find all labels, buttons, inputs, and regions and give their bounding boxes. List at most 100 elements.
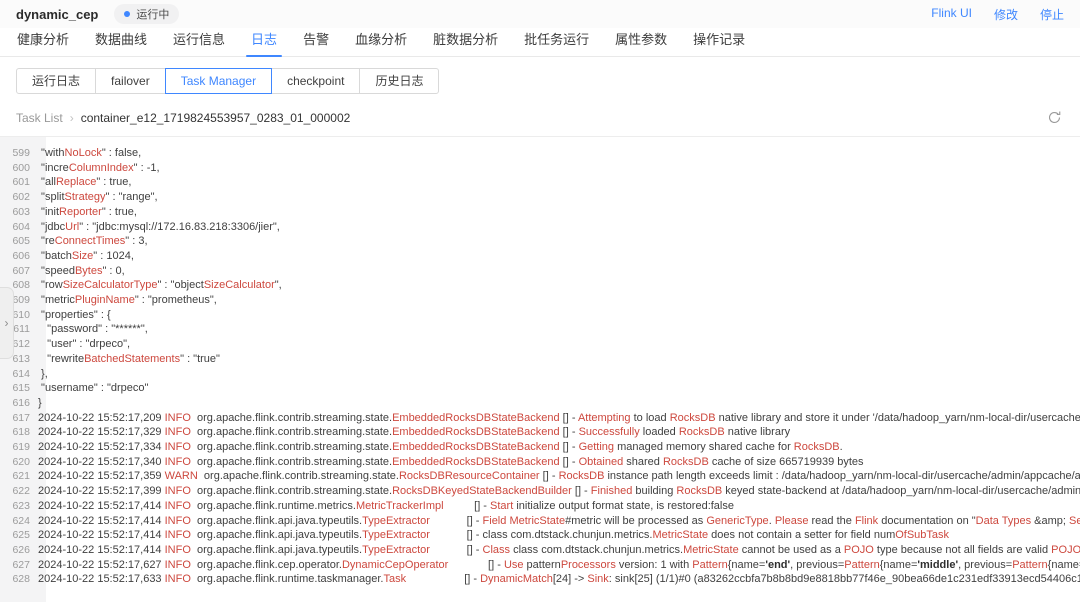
line-number: 619 xyxy=(0,440,38,455)
log-text: "jdbcUrl" : "jdbc:mysql://172.16.83.218:… xyxy=(38,221,280,233)
log-line: 6282024-10-22 15:52:17,633 INFO org.apac… xyxy=(0,572,1080,587)
tab-logs[interactable]: 日志 xyxy=(251,24,277,56)
log-viewer[interactable]: › 599 "withNoLock" : false,600 "increCol… xyxy=(0,137,1080,602)
log-line: 605 "reConnectTimes" : 3, xyxy=(0,234,1080,249)
log-text: 2024-10-22 15:52:17,414 INFO org.apache.… xyxy=(38,515,1080,527)
log-text: "rowSizeCalculatorType" : "objectSizeCal… xyxy=(38,279,282,291)
log-line: 603 "initReporter" : true, xyxy=(0,205,1080,220)
status-badge: 运行中 xyxy=(114,4,179,24)
line-number: 614 xyxy=(0,367,38,382)
log-line: 599 "withNoLock" : false, xyxy=(0,146,1080,161)
flink-ui-link[interactable]: Flink UI xyxy=(931,6,972,23)
log-line: 6192024-10-22 15:52:17,334 INFO org.apac… xyxy=(0,440,1080,455)
log-text: 2024-10-22 15:52:17,414 INFO org.apache.… xyxy=(38,544,1080,556)
breadcrumb-root[interactable]: Task List xyxy=(16,111,63,125)
line-number: 621 xyxy=(0,469,38,484)
log-line: 615 "username" : "drpeco" xyxy=(0,381,1080,396)
line-number: 626 xyxy=(0,543,38,558)
line-number: 607 xyxy=(0,264,38,279)
tab-health-analysis[interactable]: 健康分析 xyxy=(17,24,69,56)
log-text: "increColumnIndex" : -1, xyxy=(38,162,160,174)
line-number: 617 xyxy=(0,411,38,426)
log-text: "metricPluginName" : "prometheus", xyxy=(38,294,217,306)
stop-link[interactable]: 停止 xyxy=(1040,6,1064,23)
log-text: "rewriteBatchedStatements" : "true" xyxy=(38,353,220,365)
log-text: 2024-10-22 15:52:17,329 INFO org.apache.… xyxy=(38,426,790,438)
log-text: "splitStrategy" : "range", xyxy=(38,191,158,203)
header-actions: Flink UI 修改 停止 xyxy=(931,6,1064,23)
line-number: 622 xyxy=(0,484,38,499)
breadcrumb-separator-icon: › xyxy=(70,111,74,125)
line-number: 623 xyxy=(0,499,38,514)
log-line: 6212024-10-22 15:52:17,359 WARN org.apac… xyxy=(0,469,1080,484)
subtab-history-log[interactable]: 历史日志 xyxy=(359,68,439,94)
log-line: 6242024-10-22 15:52:17,414 INFO org.apac… xyxy=(0,514,1080,529)
breadcrumb-current: container_e12_1719824553957_0283_01_0000… xyxy=(81,111,351,125)
log-text: "reConnectTimes" : 3, xyxy=(38,235,148,247)
chevron-right-icon: › xyxy=(5,316,9,330)
log-line: 609 "metricPluginName" : "prometheus", xyxy=(0,293,1080,308)
log-text: "allReplace" : true, xyxy=(38,176,131,188)
log-text: "properties" : { xyxy=(38,309,111,321)
log-line: 6172024-10-22 15:52:17,209 INFO org.apac… xyxy=(0,411,1080,426)
app-root: dynamic_cep 运行中 Flink UI 修改 停止 健康分析数据曲线运… xyxy=(0,0,1080,602)
log-line: 6262024-10-22 15:52:17,414 INFO org.apac… xyxy=(0,543,1080,558)
log-line: 608 "rowSizeCalculatorType" : "objectSiz… xyxy=(0,278,1080,293)
tab-dirty-data-analysis[interactable]: 脏数据分析 xyxy=(433,24,498,56)
tab-data-curve[interactable]: 数据曲线 xyxy=(95,24,147,56)
refresh-icon xyxy=(1047,113,1062,128)
status-text: 运行中 xyxy=(136,6,169,22)
subtab-run-log[interactable]: 运行日志 xyxy=(16,68,96,94)
log-line: 614 }, xyxy=(0,367,1080,382)
tab-property-params[interactable]: 属性参数 xyxy=(615,24,667,56)
log-line: 607 "speedBytes" : 0, xyxy=(0,264,1080,279)
line-number: 620 xyxy=(0,455,38,470)
log-text: }, xyxy=(38,368,48,380)
log-text: "user" : "drpeco", xyxy=(38,338,130,350)
expand-panel-handle[interactable]: › xyxy=(0,287,14,359)
log-line: 6202024-10-22 15:52:17,340 INFO org.apac… xyxy=(0,455,1080,470)
log-text: 2024-10-22 15:52:17,334 INFO org.apache.… xyxy=(38,441,843,453)
log-text: 2024-10-22 15:52:17,399 INFO org.apache.… xyxy=(38,485,1080,497)
modify-link[interactable]: 修改 xyxy=(994,6,1018,23)
log-text: 2024-10-22 15:52:17,340 INFO org.apache.… xyxy=(38,456,864,468)
log-line: 602 "splitStrategy" : "range", xyxy=(0,190,1080,205)
line-number: 600 xyxy=(0,161,38,176)
status-dot-icon xyxy=(124,11,130,17)
job-title: dynamic_cep xyxy=(16,7,98,22)
line-number: 627 xyxy=(0,558,38,573)
log-text: 2024-10-22 15:52:17,209 INFO org.apache.… xyxy=(38,412,1080,424)
breadcrumb: Task List › container_e12_1719824553957_… xyxy=(16,108,1064,136)
log-text: } xyxy=(38,397,42,409)
log-text: "batchSize" : 1024, xyxy=(38,250,134,262)
log-line: 601 "allReplace" : true, xyxy=(0,175,1080,190)
tab-alerts[interactable]: 告警 xyxy=(303,24,329,56)
line-number: 615 xyxy=(0,381,38,396)
line-number: 605 xyxy=(0,234,38,249)
tab-batch-task-run[interactable]: 批任务运行 xyxy=(524,24,589,56)
log-line: 616} xyxy=(0,396,1080,411)
line-number: 616 xyxy=(0,396,38,411)
log-line: 613 "rewriteBatchedStatements" : "true" xyxy=(0,352,1080,367)
subtab-checkpoint[interactable]: checkpoint xyxy=(271,68,360,94)
log-line: 604 "jdbcUrl" : "jdbc:mysql://172.16.83.… xyxy=(0,220,1080,235)
log-text: "username" : "drpeco" xyxy=(38,382,148,394)
log-line: 6182024-10-22 15:52:17,329 INFO org.apac… xyxy=(0,425,1080,440)
line-number: 603 xyxy=(0,205,38,220)
main-tab-bar: 健康分析数据曲线运行信息日志告警血缘分析脏数据分析批任务运行属性参数操作记录 xyxy=(0,28,1080,57)
tab-run-info[interactable]: 运行信息 xyxy=(173,24,225,56)
log-page: 运行日志failoverTask Managercheckpoint历史日志 T… xyxy=(0,57,1080,602)
log-text: "speedBytes" : 0, xyxy=(38,265,125,277)
log-text: "password" : "******", xyxy=(38,323,148,335)
refresh-button[interactable] xyxy=(1045,108,1064,127)
line-number: 601 xyxy=(0,175,38,190)
tab-operation-record[interactable]: 操作记录 xyxy=(693,24,745,56)
subtab-failover[interactable]: failover xyxy=(95,68,166,94)
line-number: 625 xyxy=(0,528,38,543)
subtab-task-manager[interactable]: Task Manager xyxy=(165,68,272,94)
tab-lineage-analysis[interactable]: 血缘分析 xyxy=(355,24,407,56)
line-number: 599 xyxy=(0,146,38,161)
line-number: 628 xyxy=(0,572,38,587)
log-text: 2024-10-22 15:52:17,414 INFO org.apache.… xyxy=(38,500,734,512)
log-line: 6252024-10-22 15:52:17,414 INFO org.apac… xyxy=(0,528,1080,543)
